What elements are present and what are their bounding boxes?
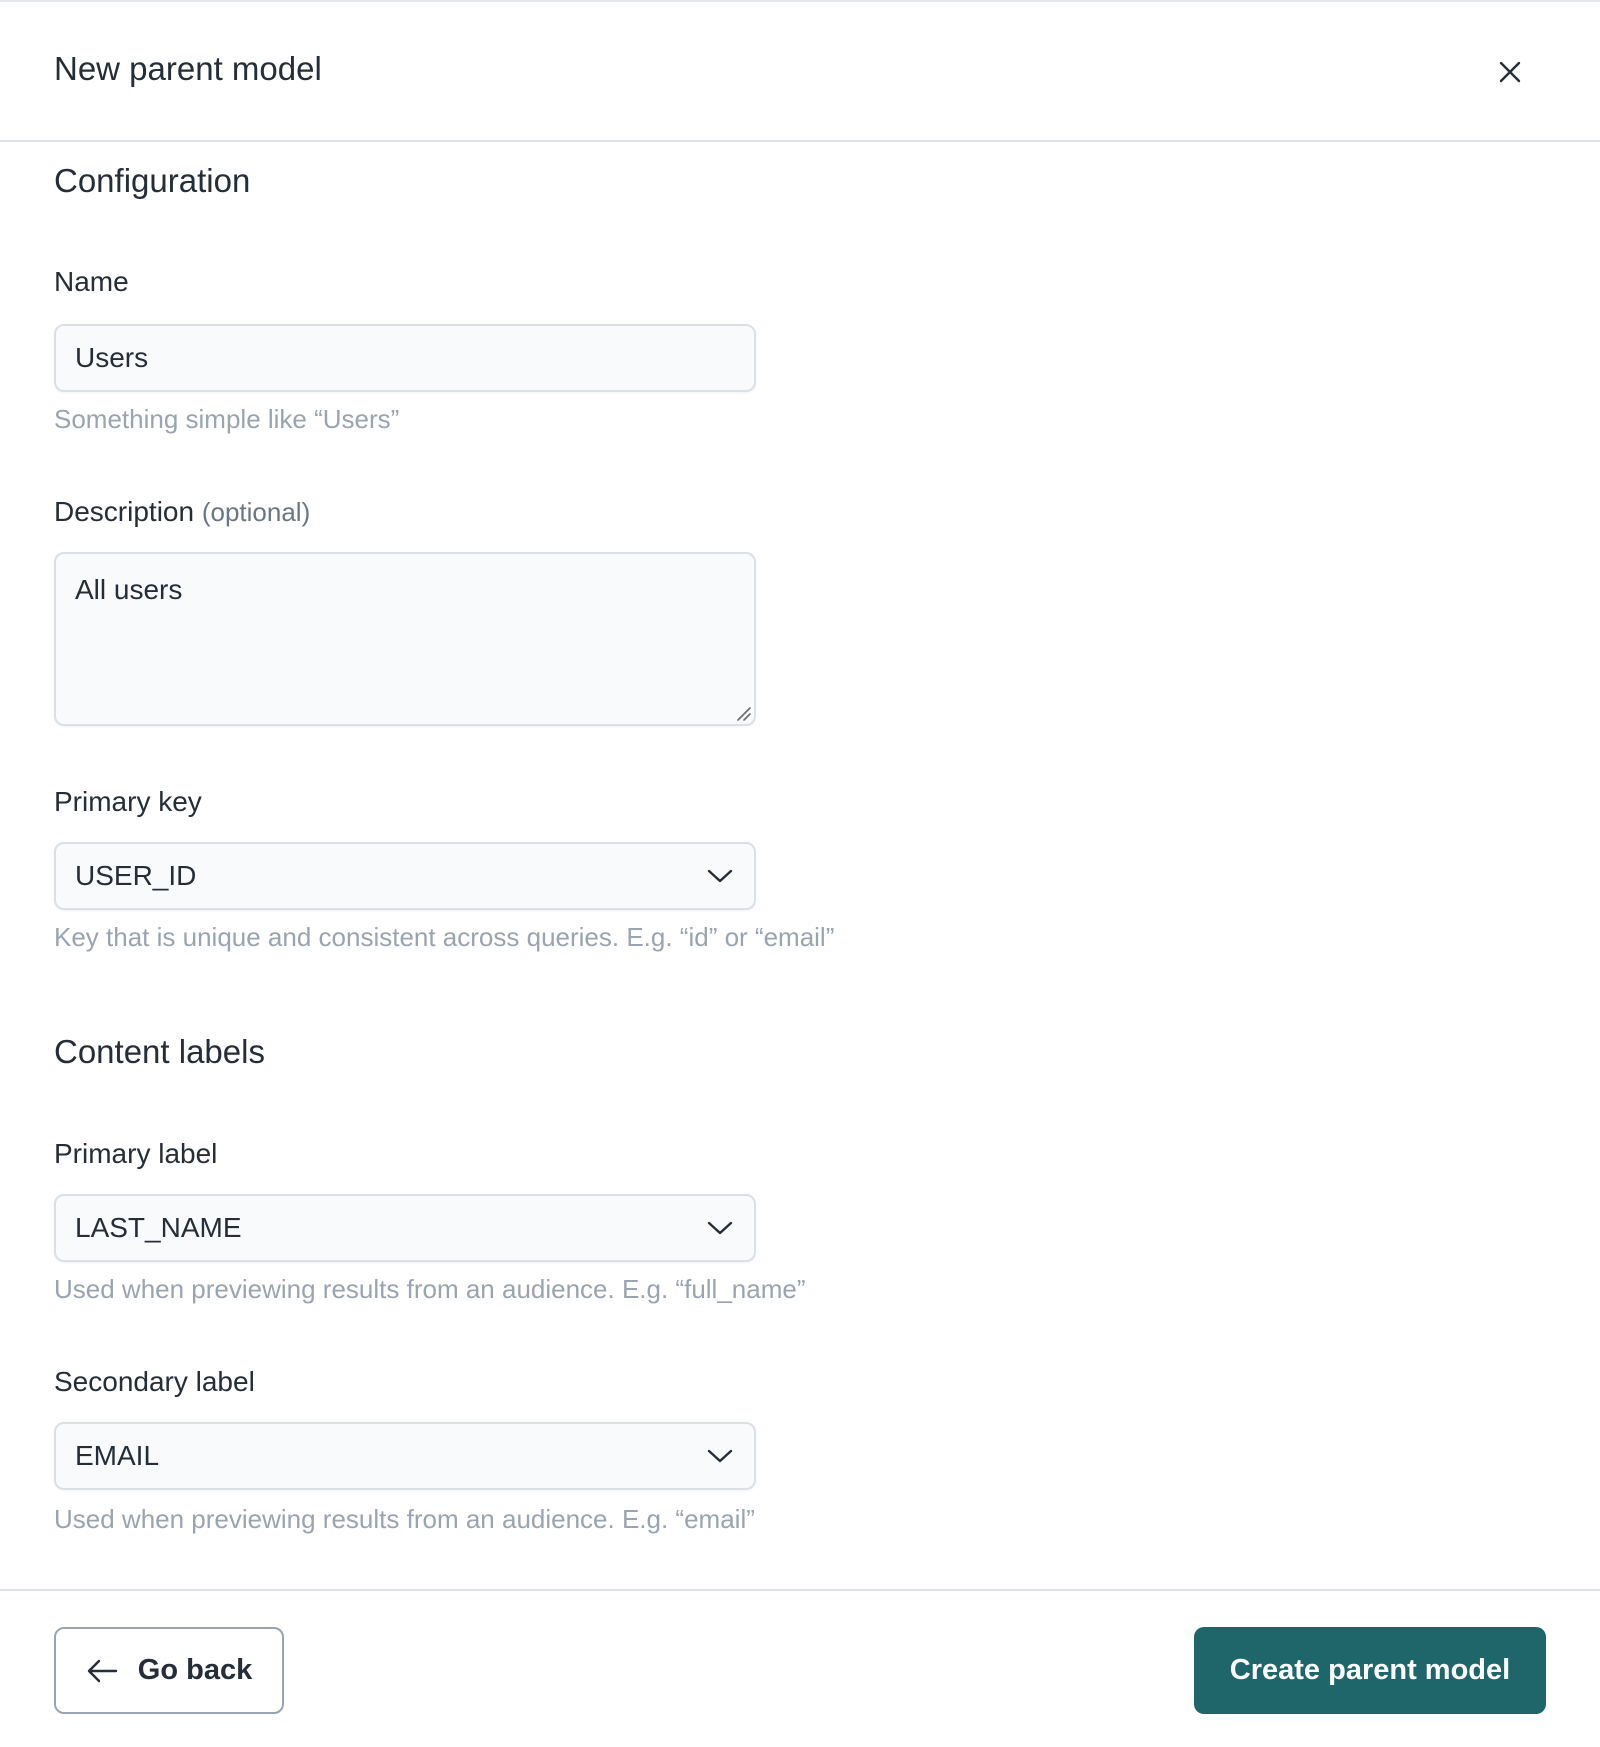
primary-label-helper: Used when previewing results from an aud… bbox=[54, 1274, 806, 1304]
configuration-heading: Configuration bbox=[54, 162, 251, 199]
secondary-label-label: Secondary label bbox=[54, 1366, 255, 1397]
chevron-down-icon bbox=[707, 869, 733, 883]
primary-label-select[interactable]: LAST_NAME bbox=[54, 1194, 756, 1262]
close-icon bbox=[1499, 61, 1521, 83]
primary-key-helper: Key that is unique and consistent across… bbox=[54, 922, 835, 952]
close-button[interactable] bbox=[1490, 52, 1530, 92]
primary-label-label: Primary label bbox=[54, 1138, 218, 1169]
create-label: Create parent model bbox=[1229, 1654, 1511, 1686]
go-back-button[interactable]: Go back bbox=[54, 1627, 284, 1714]
chevron-down-icon bbox=[707, 1221, 733, 1235]
description-value: All users bbox=[75, 574, 183, 605]
arrow-left-icon bbox=[87, 1659, 117, 1682]
name-helper: Something simple like “Users” bbox=[54, 404, 400, 434]
dialog-header: New parent model bbox=[0, 2, 1600, 142]
secondary-label-select[interactable]: EMAIL bbox=[54, 1422, 756, 1490]
footer-divider bbox=[0, 1589, 1600, 1591]
name-input[interactable]: Users bbox=[54, 324, 756, 392]
name-label: Name bbox=[54, 266, 129, 297]
resize-handle-icon[interactable] bbox=[735, 705, 751, 721]
content-labels-heading: Content labels bbox=[54, 1033, 265, 1070]
description-label-text: Description bbox=[54, 496, 195, 527]
create-parent-model-button[interactable]: Create parent model bbox=[1194, 1627, 1546, 1714]
chevron-down-icon bbox=[707, 1449, 733, 1463]
dialog-title: New parent model bbox=[54, 50, 322, 87]
primary-key-select[interactable]: USER_ID bbox=[54, 842, 756, 910]
description-textarea[interactable]: All users bbox=[54, 552, 756, 726]
primary-key-value: USER_ID bbox=[75, 860, 197, 891]
secondary-label-helper: Used when previewing results from an aud… bbox=[54, 1504, 755, 1534]
name-input-value: Users bbox=[75, 342, 149, 373]
secondary-label-value: EMAIL bbox=[75, 1440, 160, 1471]
primary-label-value: LAST_NAME bbox=[75, 1212, 242, 1243]
go-back-label: Go back bbox=[137, 1654, 253, 1686]
primary-key-label: Primary key bbox=[54, 786, 202, 817]
optional-tag: (optional) bbox=[201, 497, 311, 527]
description-label: Description (optional) bbox=[54, 496, 310, 528]
